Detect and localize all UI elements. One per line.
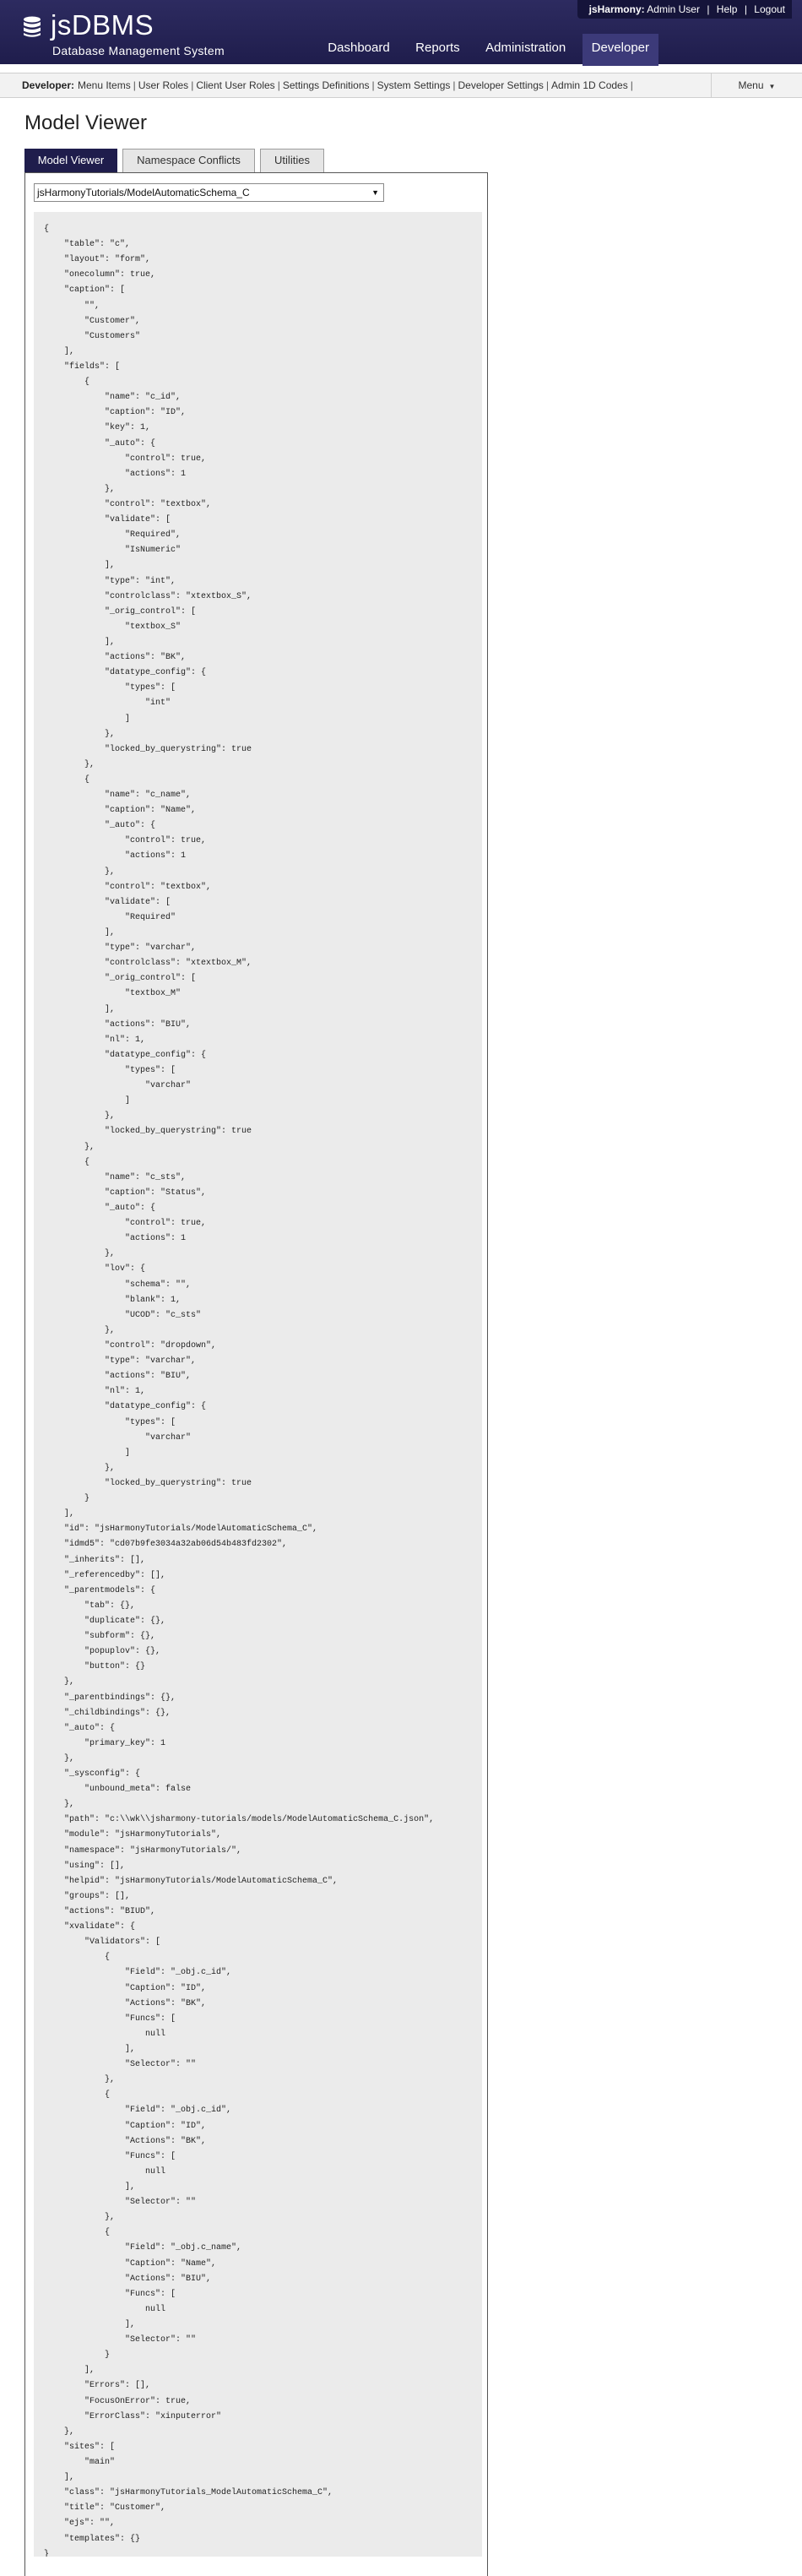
app-header: jsDBMS Database Management System jsHarm… [0,0,802,66]
model-json-viewer[interactable]: { "table": "c", "layout": "form", "oneco… [34,212,482,2557]
separator: | [744,3,747,15]
developer-subnav: Developer: Menu Items | User Roles | Client … [0,73,802,98]
subnav-label: Developer: [22,79,75,91]
subnav-link-admin-1d-codes[interactable]: Admin 1D Codes [551,79,628,91]
user-name: Admin User [647,3,700,15]
model-json-text: { "table": "c", "layout": "form", "oneco… [44,225,435,2557]
subnav-link-system-settings[interactable]: System Settings [377,79,451,91]
model-select-value: jsHarmonyTutorials/ModelAutomaticSchema_… [37,187,250,198]
database-stack-icon [24,16,41,37]
subnav-link-user-roles[interactable]: User Roles [138,79,188,91]
help-link[interactable]: Help [717,3,738,15]
subnav-link-client-user-roles[interactable]: Client User Roles [196,79,274,91]
subnav-links: Menu Items | User Roles | Client User Roles |… [78,79,633,91]
logout-link[interactable]: Logout [754,3,785,15]
user-bar: jsHarmony: Admin User | Help | Logout [577,0,792,19]
nav-item-dashboard[interactable]: Dashboard [318,34,398,66]
menu-button[interactable]: Menu ▼ [711,73,802,97]
subnav-link-developer-settings[interactable]: Developer Settings [458,79,544,91]
model-viewer-panel: jsHarmonyTutorials/ModelAutomaticSchema_… [24,172,488,2576]
brand-name[interactable]: jsDBMS [51,10,154,41]
model-select[interactable]: jsHarmonyTutorials/ModelAutomaticSchema_… [34,183,384,202]
nav-item-administration[interactable]: Administration [476,34,575,66]
page-title: Model Viewer [24,111,147,134]
brand-subtitle: Database Management System [52,44,225,57]
separator: | [707,3,710,15]
caret-down-icon: ▼ [768,83,776,90]
tab-utilities[interactable]: Utilities [260,149,324,172]
main-nav: Dashboard Reports Administration Develop… [315,34,658,66]
tab-namespace-conflicts[interactable]: Namespace Conflicts [122,149,255,172]
nav-item-reports[interactable]: Reports [406,34,469,66]
subnav-link-settings-definitions[interactable]: Settings Definitions [283,79,370,91]
tab-model-viewer[interactable]: Model Viewer [24,149,117,172]
subnav-link-menu-items[interactable]: Menu Items [78,79,131,91]
dropdown-arrow-icon: ▼ [371,188,379,197]
menu-button-label: Menu [738,79,764,91]
user-label: jsHarmony: [588,3,645,15]
nav-item-developer[interactable]: Developer [582,34,658,66]
